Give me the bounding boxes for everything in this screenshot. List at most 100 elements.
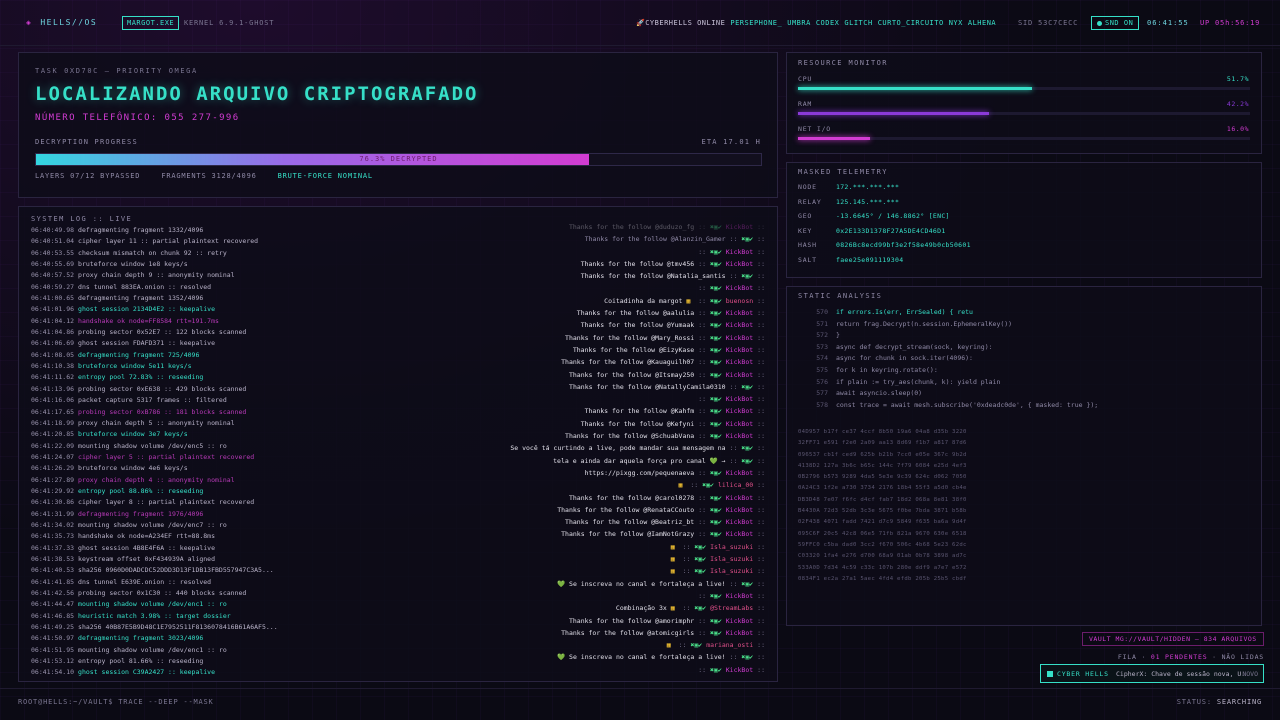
log-line: 06:40:55.69 bruteforce window 1e8 keys/s [31,259,331,270]
chat-nick[interactable]: KickBot [726,309,753,317]
log-message: heuristic match 3.98% :: target dossier [78,611,231,620]
task-title: LOCALIZANDO ARQUIVO CRIPTOGRAFADO [35,83,479,105]
chat-separator: :: [757,419,765,428]
chat-nick[interactable]: KickBot [726,617,753,625]
log-list[interactable]: 06:40:49.98 defragmenting fragment 1332/4… [31,225,331,679]
chat-separator: :: [698,358,707,367]
code-text: } [836,331,840,340]
chat-text: Thanks for the follow @Beatriz_bt [565,518,695,527]
chat-nick[interactable]: KickBot [726,358,753,366]
chat-text: Coitadinha da margot [604,296,683,305]
chat-nick[interactable]: KickBot [726,629,753,637]
mode-status: BRUTE-FORCE NOMINAL [277,172,373,180]
chat-nick[interactable]: KickBot [726,420,753,428]
chat-message: ▦ :: ✖▣✔ Isla_suzuki:: [405,553,765,565]
code-text: if errors.Is(err, ErrSealed) { retu [836,308,973,316]
chat-nick[interactable]: KickBot [726,432,753,440]
log-timestamp: 06:40:51.04 [31,237,75,246]
chat-nick[interactable]: @StreamLabs [710,604,753,612]
chat-list[interactable]: Thanks for the follow @duduzo_fg:: ✖▣✔ Kic… [405,221,765,679]
code-listing[interactable]: 570 if errors.Is(err, ErrSealed) { retu 57… [798,307,1250,411]
notification-toast[interactable]: CYBER HELLS CipherX: Chave de sessão nov… [1040,664,1264,683]
log-timestamp: 06:41:10.38 [31,362,75,371]
log-line: 06:41:20.85 bruteforce window 3e7 keys/s [31,429,331,440]
queue-pending: 01 PENDENTES [1150,653,1208,661]
log-message: defragmenting fragment 1352/4096 [78,294,204,303]
online-user[interactable]: NYX [949,19,963,27]
chat-nick[interactable]: KickBot [726,666,753,674]
online-user[interactable]: CURTO_CIRCUITO [878,19,944,27]
chat-nick[interactable]: KickBot [726,469,753,477]
chat-separator: :: [698,247,707,256]
log-message: packet capture 5317 frames :: filtered [78,396,227,405]
chat-nick[interactable]: KickBot [726,223,753,231]
chat-nick[interactable]: KickBot [726,395,753,403]
sound-toggle[interactable]: SND ON [1091,16,1140,30]
emote-icon: ▦ [670,555,679,564]
chat-nick[interactable]: KickBot [726,346,753,354]
chat-nick[interactable]: lilica_00 [718,481,753,489]
chat-nick[interactable]: KickBot [726,494,753,502]
chat-nick[interactable]: KickBot [726,530,753,538]
chat-nick[interactable]: KickBot [726,506,753,514]
chat-separator: :: [757,579,765,588]
chat-nick[interactable]: Isla_suzuki [710,543,753,551]
online-user[interactable]: PERSEPHONE_ [730,19,782,27]
chat-nick[interactable]: mariana_osti [706,641,753,649]
hex-line: B4430A 72d3 52db 3c3e 5675 f0be 7bda 387… [798,508,967,515]
log-message: defragmenting fragment 3023/4096 [78,634,204,643]
log-timestamp: 06:41:38.53 [31,554,75,563]
code-line: 571 return frag.Decrypt(n.session.Ephemer… [798,319,1250,331]
process-badge[interactable]: MARGOT.EXE [122,16,180,30]
chat-text: 💚 Se inscreva no canal e fortaleça a liv… [557,653,726,662]
terminal-prompt[interactable]: ROOT@HELLS:~/VAULT$ TRACE --DEEP --MASK [18,698,214,706]
chat-nick[interactable]: KickBot [726,248,753,256]
code-text: async def decrypt_stream(sock, keyring): [836,342,993,351]
chat-separator: :: [698,259,707,268]
log-line: 06:41:30.86 cipher layer 8 :: partial pla… [31,497,331,508]
chat-message: Thanks for the follow @carol0278:: ✖▣✔ Kic… [405,492,765,504]
chat-nick[interactable]: KickBot [726,260,753,268]
log-timestamp: 06:41:46.85 [31,611,75,620]
log-message: mounting shadow volume /dev/enc5 :: ro [78,441,227,450]
chat-text: Thanks for the follow @Kauaguilh07 [561,358,695,367]
badge-icon: ✖▣✔ [741,653,754,662]
online-user[interactable]: GLITCH [844,19,872,27]
task-phone: NÚMERO TELEFÔNICO: 055 277-996 [35,113,240,123]
chat-message: Thanks for the follow @Alanzin_Gamer:: ✖▣… [405,233,765,245]
chat-nick[interactable]: KickBot [726,592,753,600]
log-line: 06:41:37.33 ghost session 4B8E4F6A :: kee… [31,543,331,554]
log-message: entropy pool 81.66% :: reseeding [78,657,204,666]
badge-icon: ✖▣✔ [690,641,703,650]
vault-badge[interactable]: VAULT MG://VAULT/HIDDEN — 834 ARQUIVOS [1082,632,1264,646]
log-timestamp: 06:40:53.55 [31,248,75,257]
chat-nick[interactable]: buenosn [726,297,753,305]
emote-icon: ▦ [670,542,679,551]
online-user[interactable]: ALHENA [968,19,996,27]
chat-nick[interactable]: Isla_suzuki [710,567,753,575]
chat-nick[interactable]: KickBot [726,407,753,415]
chat-nick[interactable]: KickBot [726,518,753,526]
online-user[interactable]: CODEX [816,19,840,27]
log-message: entropy pool 88.86% :: reseeding [78,486,204,495]
chat-separator: :: [698,296,707,305]
online-user[interactable]: UMBRA [787,19,811,27]
chat-message: Combinação 3x ▦ :: ✖▣✔ @StreamLabs:: [405,602,765,614]
chat-nick[interactable]: KickBot [726,284,753,292]
log-message: ghost session C39A2427 :: keepalive [78,668,216,677]
chat-nick[interactable]: Isla_suzuki [710,555,753,563]
code-text: async for chunk in sock.iter(4096): [836,354,973,363]
log-message: ghost session 2134D4E2 :: keepalive [78,305,216,314]
chat-message: tela e ainda dar aquela força pro canal … [405,455,765,467]
badge-icon: ✖▣✔ [694,604,707,613]
chat-nick[interactable]: KickBot [726,371,753,379]
log-message: proxy chain depth 4 :: anonymity nominal [78,475,235,484]
log-line: 06:40:49.98 defragmenting fragment 1332/4… [31,225,331,236]
uptime: UP 05h:56:19 [1200,19,1261,27]
chat-nick[interactable]: KickBot [726,321,753,329]
chat-nick[interactable]: KickBot [726,334,753,342]
telemetry-label: MASKED TELEMETRY [798,168,888,176]
badge-icon: ✖▣✔ [741,272,754,281]
task-panel: TASK 0XD70C — PRIORITY OMEGA LOCALIZANDO… [18,52,778,198]
badge-icon: ✖▣✔ [710,358,722,367]
